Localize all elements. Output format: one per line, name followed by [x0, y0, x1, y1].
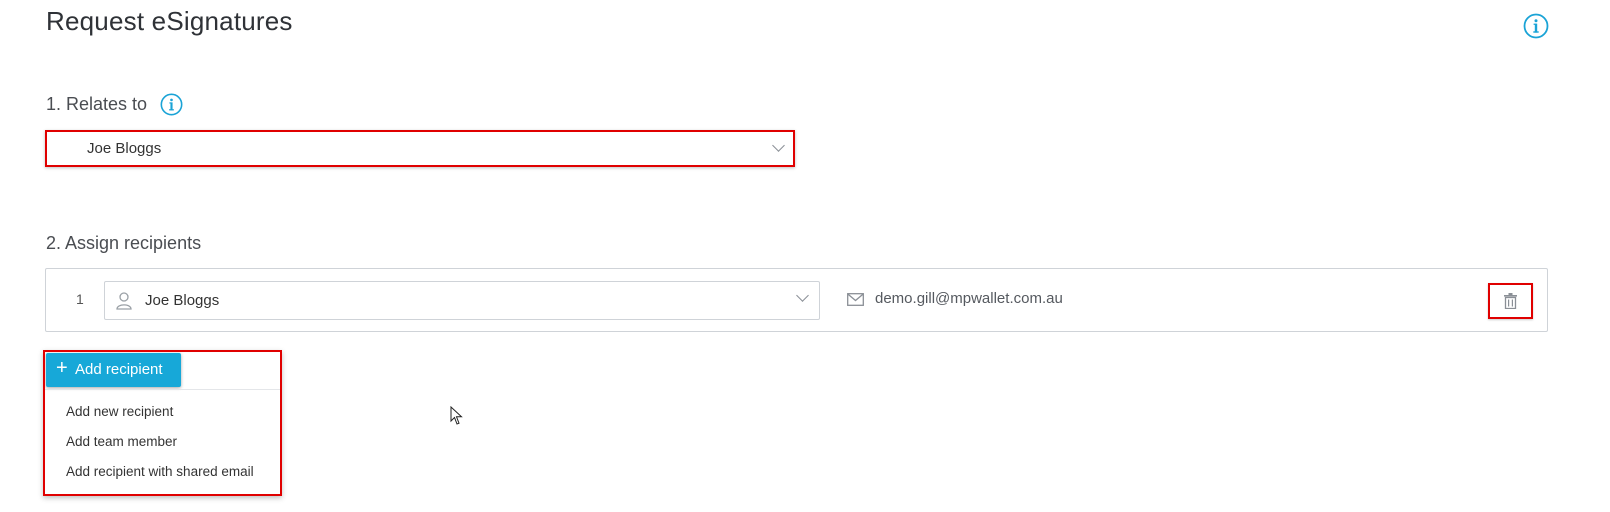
recipient-name: Joe Bloggs — [145, 292, 220, 309]
partial-menu-item — [252, 494, 261, 496]
mouse-cursor-icon — [450, 405, 464, 431]
recipients-list: 1 Joe Bloggs demo.gill@mpwallet.com.au — [45, 268, 1548, 332]
menu-item-add-team-member[interactable]: Add team member — [66, 434, 177, 449]
add-recipient-dropdown: + Add recipient Add new recipient Add te… — [43, 350, 282, 496]
relates-to-value: Joe Bloggs — [87, 140, 162, 157]
relates-to-info-icon[interactable] — [160, 93, 183, 116]
mail-icon — [847, 293, 864, 311]
menu-item-add-shared-email[interactable]: Add recipient with shared email — [66, 464, 254, 479]
menu-divider — [45, 389, 280, 390]
add-recipient-label: Add recipient — [75, 361, 163, 378]
delete-recipient-button[interactable] — [1488, 283, 1533, 319]
page-title: Request eSignatures — [46, 6, 293, 36]
chevron-down-icon — [772, 139, 785, 152]
assign-recipients-heading: 2. Assign recipients — [46, 233, 202, 253]
menu-item-add-new-recipient[interactable]: Add new recipient — [66, 404, 173, 419]
relates-to-select[interactable]: Joe Bloggs — [45, 130, 795, 167]
info-icon[interactable] — [1523, 13, 1549, 39]
trash-icon — [1504, 293, 1517, 309]
relates-to-heading: 1. Relates to — [46, 94, 148, 114]
recipient-number: 1 — [76, 291, 84, 307]
person-icon — [115, 291, 133, 316]
recipient-email: demo.gill@mpwallet.com.au — [875, 290, 1063, 307]
chevron-down-icon — [796, 289, 809, 302]
recipient-select[interactable]: Joe Bloggs — [104, 281, 820, 320]
plus-icon: + — [56, 357, 68, 379]
add-recipient-button[interactable]: + Add recipient — [46, 353, 181, 387]
